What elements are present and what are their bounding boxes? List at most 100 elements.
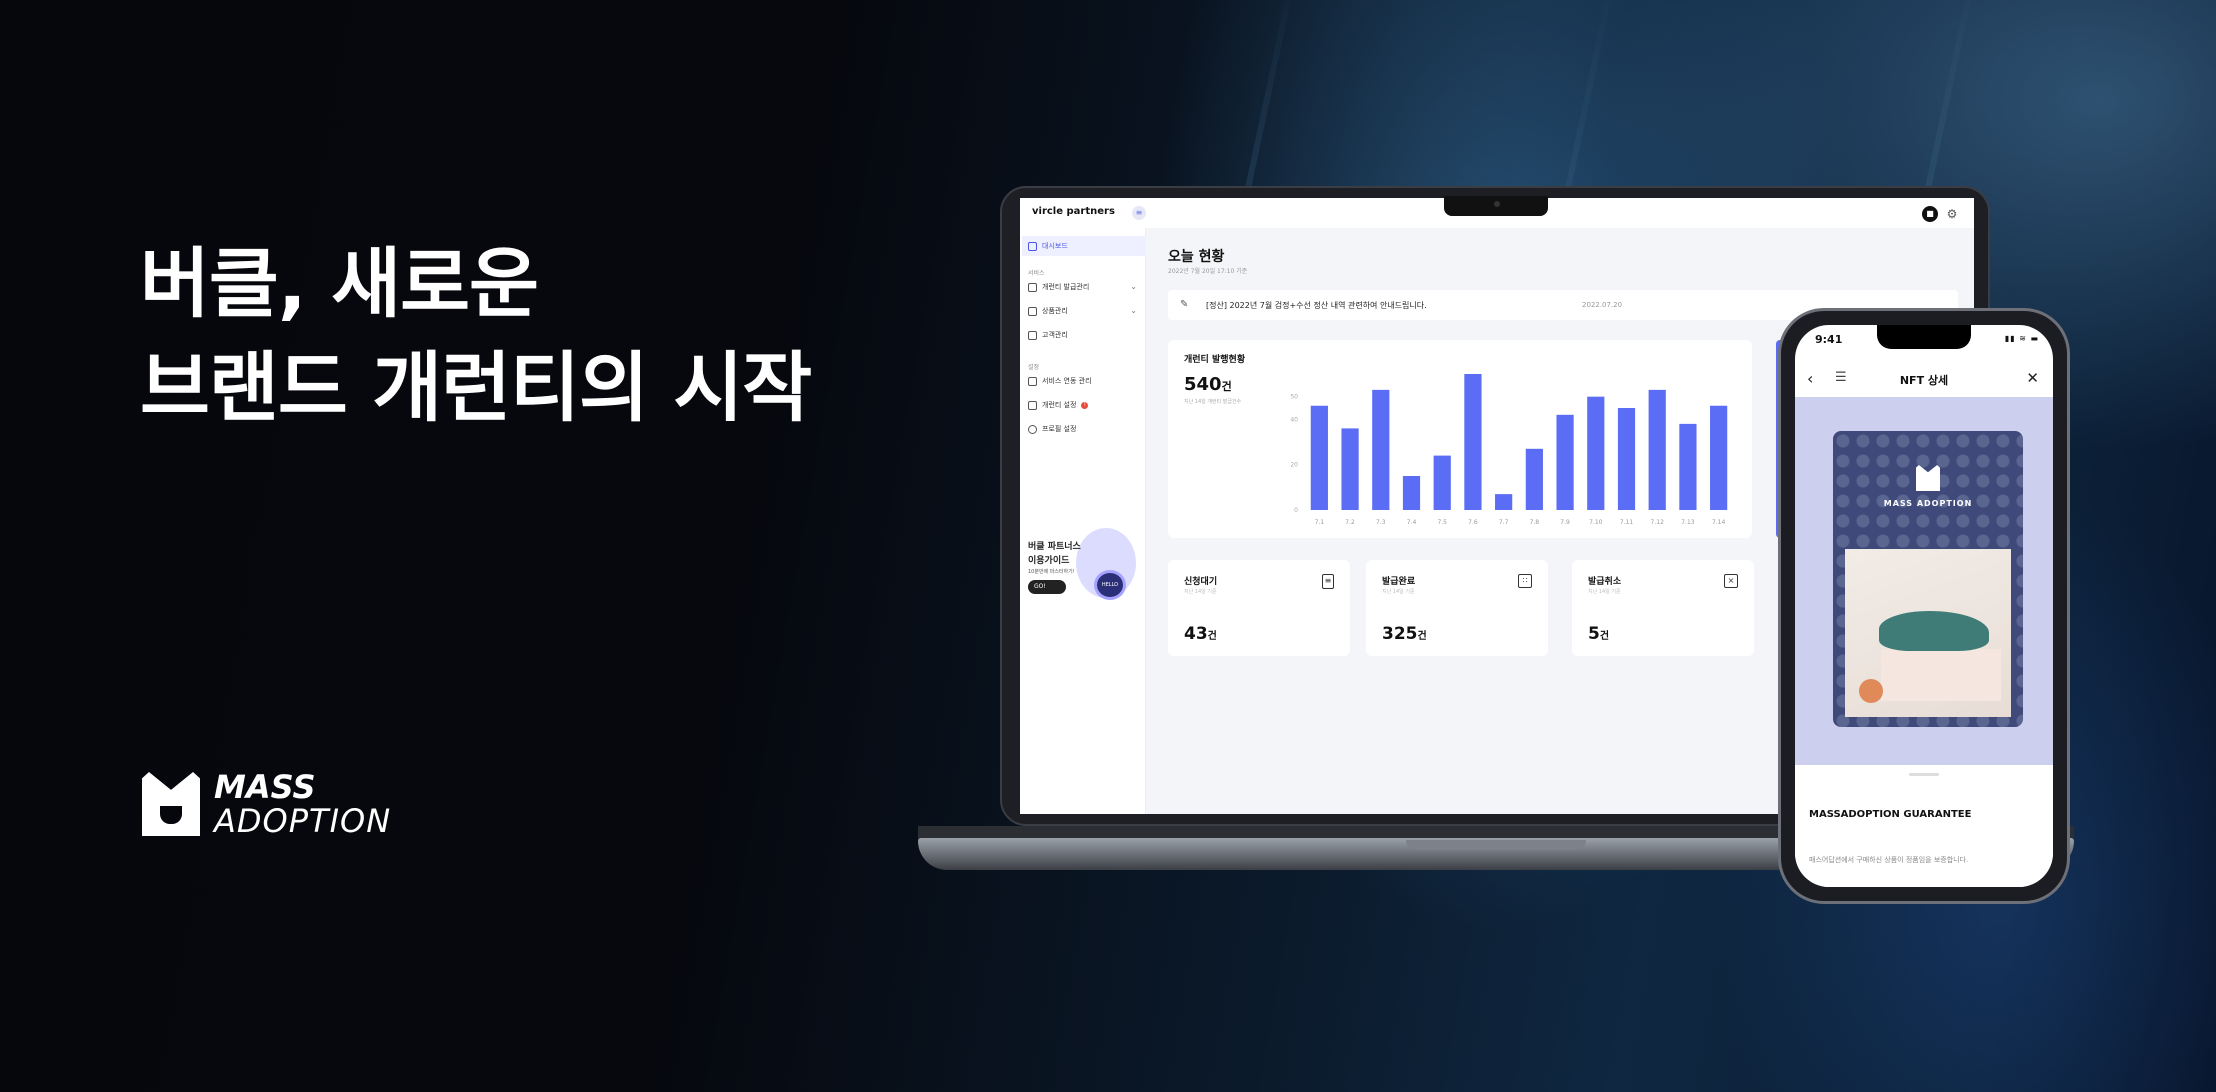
- hamburger-icon[interactable]: ☰: [1835, 370, 1847, 385]
- x-tick-label: 7.2: [1345, 519, 1355, 526]
- x-tick-label: 7.6: [1468, 519, 1478, 526]
- chart-bar: [1679, 423, 1697, 510]
- notice-date: 2022.07.20: [1582, 301, 1623, 309]
- stat-value: 5건: [1588, 624, 1609, 644]
- logo-text-line1: MASS: [214, 768, 316, 806]
- chart-bar: [1341, 428, 1359, 510]
- photo-ball: [1859, 679, 1883, 703]
- status-icons: ▮▮ ≋ ▬: [2004, 334, 2039, 343]
- nft-card[interactable]: MASS ADOPTION: [1833, 431, 2023, 727]
- photo-box: [1881, 649, 2001, 701]
- mass-adoption-logo: MASS ADOPTION: [142, 770, 391, 838]
- sidebar-item-dashboard[interactable]: 대시보드: [1022, 236, 1146, 256]
- chart-bar: [1710, 405, 1728, 510]
- camera-icon: [1494, 201, 1500, 207]
- chevron-down-icon[interactable]: ⌄: [1130, 282, 1137, 291]
- wallet-icon: [1028, 282, 1037, 292]
- x-tick-label: 7.11: [1620, 519, 1634, 526]
- guarantee-sheet: MASSADOPTION GUARANTEE 매스어답션에서 구매하신 상품이 …: [1795, 765, 2053, 887]
- x-tick-label: 7.5: [1437, 519, 1447, 526]
- sidebar-item-integration[interactable]: 서비스 연동 관리: [1028, 376, 1092, 386]
- sidebar-item-profile[interactable]: 프로필 설정: [1028, 424, 1076, 434]
- robot-mascot: HELLO: [1094, 570, 1126, 600]
- nft-name: MASS ADOPTION: [1883, 499, 1973, 508]
- sidebar-item-customers[interactable]: 고객관리: [1028, 330, 1068, 340]
- headline: 버클, 새로운 브랜드 개런티의 시작: [140, 232, 812, 440]
- sidebar-item-label: 상품관리: [1042, 307, 1068, 315]
- sidebar-item-guarantee-settings[interactable]: 개런티 설정 !: [1028, 400, 1089, 410]
- link-icon: [1028, 376, 1037, 386]
- chart-bar: [1556, 414, 1574, 510]
- sidebar-item-label: 개런티 발급관리: [1042, 283, 1090, 291]
- x-tick-label: 7.10: [1589, 519, 1603, 526]
- headline-line2: 브랜드 개런티의 시작: [140, 343, 812, 432]
- bar-chart: 0 20 40 50 7.1 7.2 7.3 7.4 7.5 7.6 7.7 7.8 7.9 7.10 7.…: [1290, 374, 1728, 526]
- close-icon[interactable]: ✕: [2026, 369, 2039, 387]
- page-subtitle: 2022년 7월 20일 17:10 기준: [1168, 268, 1248, 275]
- sidebar-item-label: 고객관리: [1042, 331, 1068, 339]
- total-value: 540: [1184, 374, 1222, 395]
- chevron-down-icon[interactable]: ⌄: [1130, 306, 1137, 315]
- document-icon: [1028, 400, 1037, 410]
- guide-title: 버클 파트너스 이용가이드: [1028, 540, 1081, 568]
- stat-card-cancelled[interactable]: 발급취소 지난 14일 기준 5건 ×: [1572, 560, 1754, 656]
- stat-unit: 건: [1207, 631, 1217, 642]
- stat-subtitle: 지난 14일 기준: [1184, 589, 1217, 595]
- gear-icon[interactable]: ⚙: [1944, 206, 1960, 222]
- laptop-groove: [1406, 840, 1586, 850]
- logo-text-line2: ADOPTION: [214, 802, 392, 840]
- calculator-icon: ∷: [1518, 574, 1532, 588]
- guide-go-button[interactable]: GO!: [1028, 580, 1066, 594]
- chart-card-total: 540건: [1184, 374, 1232, 395]
- stat-value: 325건: [1382, 624, 1427, 644]
- stat-number: 325: [1382, 624, 1418, 644]
- brand-name: vircle partners: [1032, 206, 1115, 217]
- megaphone-icon: ✎: [1180, 299, 1189, 310]
- user-icon: [1028, 424, 1037, 434]
- x-tick-label: 7.1: [1315, 519, 1325, 526]
- usage-guide-banner[interactable]: 버클 파트너스 이용가이드 10분만에 마스터하기! GO! HELLO: [1028, 528, 1140, 628]
- chart-card-title: 개런티 발행현황: [1184, 355, 1246, 365]
- users-icon: [1028, 330, 1037, 340]
- stat-unit: 건: [1417, 631, 1427, 642]
- nft-logo-icon: [1916, 465, 1940, 491]
- stat-subtitle: 지난 14일 기준: [1382, 589, 1415, 595]
- profile-icon[interactable]: ■: [1922, 206, 1938, 222]
- stat-title: 발급취소: [1588, 577, 1622, 587]
- sidebar-item-products[interactable]: 상품관리: [1028, 306, 1068, 316]
- sidebar-item-guarantee[interactable]: 개런티 발급관리: [1028, 282, 1089, 292]
- stat-subtitle: 지난 14일 기준: [1588, 589, 1621, 595]
- stat-card-pending[interactable]: 신청대기 지난 14일 기준 43건 ≡: [1168, 560, 1350, 656]
- x-tick-label: 7.14: [1712, 519, 1726, 526]
- chart-bar: [1617, 408, 1636, 510]
- stat-title: 신청대기: [1184, 577, 1218, 587]
- bag-icon: [1028, 306, 1037, 316]
- x-tick-label: 7.8: [1530, 519, 1540, 526]
- x-tick-label: 7.4: [1407, 519, 1417, 526]
- chart-bar: [1433, 455, 1451, 510]
- notice-text: [정산] 2022년 7월 검정+수선 정산 내역 관련하여 안내드립니다.: [1206, 301, 1427, 310]
- back-icon[interactable]: ‹: [1807, 369, 1813, 388]
- stat-number: 5: [1588, 624, 1600, 644]
- guarantee-chart-card: 개런티 발행현황 540건 지난 14일 개런티 발급건수 0 20 40 50 7.1…: [1168, 340, 1752, 538]
- sheet-handle[interactable]: [1909, 773, 1939, 776]
- chart-bar: [1372, 389, 1390, 510]
- shoe-image: [1879, 611, 1989, 651]
- x-tick-label: 7.3: [1376, 519, 1386, 526]
- chart-bar: [1464, 374, 1482, 510]
- guide-title-line2: 이용가이드: [1028, 556, 1070, 566]
- phone-navbar: NFT 상세 ‹ ☰ ✕: [1795, 365, 2053, 395]
- x-tick-label: 7.9: [1560, 519, 1570, 526]
- chart-bar: [1648, 389, 1666, 510]
- y-tick-label: 40: [1290, 416, 1298, 423]
- logo-text: MASS ADOPTION: [214, 770, 391, 838]
- x-tick-label: 7.13: [1681, 519, 1695, 526]
- phone-screen: 9:41 ▮▮ ≋ ▬ NFT 상세 ‹ ☰ ✕ MASS ADOPTION M…: [1795, 325, 2053, 887]
- grid-icon: [1028, 241, 1037, 251]
- menu-icon[interactable]: ≡: [1132, 206, 1146, 220]
- chart-card-subtitle: 지난 14일 개런티 발급건수: [1184, 399, 1242, 405]
- stat-card-issued[interactable]: 발급완료 지난 14일 기준 325건 ∷: [1366, 560, 1548, 656]
- stat-value: 43건: [1184, 624, 1217, 644]
- chart-bar: [1310, 405, 1328, 510]
- sidebar-section-service: 서비스: [1028, 270, 1045, 277]
